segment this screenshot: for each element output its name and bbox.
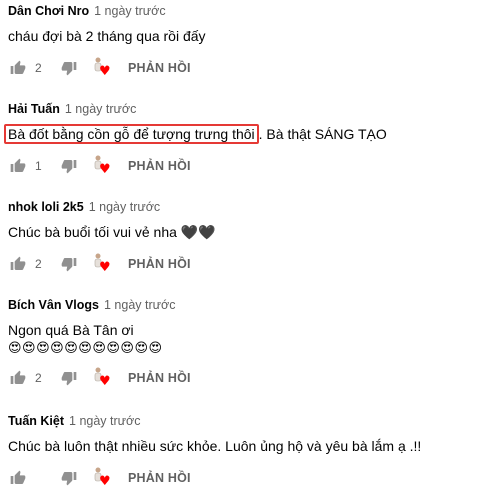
reply-button[interactable]: PHẢN HỒI [128,159,191,173]
like-count: 2 [35,371,42,385]
comment-3: nhok loli 2k5 1 ngày trước Chúc bà buổi … [8,200,484,276]
comment-timestamp[interactable]: 1 ngày trước [89,200,160,214]
comment-author[interactable]: Tuấn Kiệt [8,414,64,428]
thumb-down-icon[interactable] [61,158,77,174]
comment-author[interactable]: Dân Chơi Nro [8,4,89,18]
like-count: 1 [35,159,42,173]
comment-header: Dân Chơi Nro 1 ngày trước [8,4,484,22]
creator-heart-icon: ♥ [91,155,111,177]
comment-header: Hải Tuấn 1 ngày trước [8,102,484,120]
thumb-down-icon[interactable] [61,256,77,272]
creator-heart-icon: ♥ [91,467,111,489]
comment-timestamp[interactable]: 1 ngày trước [69,414,140,428]
comment-header: nhok loli 2k5 1 ngày trước [8,200,484,218]
thumb-down-icon[interactable] [61,60,77,76]
highlight-box: Bà đốt bằng cồn gỗ để tượng trưng thôi [4,124,259,144]
comment-emoji-line: 😍😍😍😍😍😍😍😍😍😍😍 [8,341,163,356]
creator-heart-icon: ♥ [91,253,111,275]
comment-author[interactable]: Bích Vân Vlogs [8,298,99,312]
comment-actions: 2 ♥ PHẢN HỒI [8,252,484,276]
comment-header: Tuấn Kiệt 1 ngày trước [8,414,484,432]
comment-timestamp[interactable]: 1 ngày trước [104,298,175,312]
reply-button[interactable]: PHẢN HỒI [128,257,191,271]
thumb-up-icon[interactable] [10,60,26,76]
creator-heart-icon: ♥ [91,367,111,389]
comment-1: Dân Chơi Nro 1 ngày trước cháu đợi bà 2 … [8,4,484,80]
reply-button[interactable]: PHẢN HỒI [128,61,191,75]
like-count: 2 [35,257,42,271]
thumb-down-icon[interactable] [61,370,77,386]
comment-author[interactable]: Hải Tuấn [8,102,60,116]
thumb-up-icon[interactable] [10,256,26,272]
comment-actions: 2 ♥ PHẢN HỒI [8,56,484,80]
comment-4: Bích Vân Vlogs 1 ngày trước Ngon quá Bà … [8,298,484,390]
comment-text: cháu đợi bà 2 tháng qua rồi đấy [8,28,206,44]
like-count: 2 [35,61,42,75]
comment-text: Chúc bà buổi tối vui vẻ nha 🖤🖤 [8,224,216,240]
comment-actions: 2 ♥ PHẢN HỒI [8,366,484,390]
reply-button[interactable]: PHẢN HỒI [128,371,191,385]
thumb-up-icon[interactable] [10,158,26,174]
comment-text: Chúc bà luôn thật nhiều sức khỏe. Luôn ủ… [8,438,422,454]
thumb-up-icon[interactable] [10,370,26,386]
comment-2: Hải Tuấn 1 ngày trước Bà đốt bằng cồn gỗ… [4,102,484,178]
comment-actions: ♥ PHẢN HỒI [8,466,484,490]
reply-button[interactable]: PHẢN HỒI [128,471,191,485]
comment-timestamp[interactable]: 1 ngày trước [65,102,136,116]
comment-timestamp[interactable]: 1 ngày trước [94,4,165,18]
creator-heart-icon: ♥ [91,57,111,79]
comment-text: Bà đốt bằng cồn gỗ để tượng trưng thôi. … [4,124,484,144]
comment-actions: 1 ♥ PHẢN HỒI [8,154,484,178]
comment-author[interactable]: nhok loli 2k5 [8,200,84,214]
thumb-down-icon[interactable] [61,470,77,486]
comment-5: Tuấn Kiệt 1 ngày trước Chúc bà luôn thật… [8,414,484,490]
thumb-up-icon[interactable] [10,470,26,486]
comment-header: Bích Vân Vlogs 1 ngày trước [8,298,484,316]
comment-text-rest: . Bà thật SÁNG TẠO [258,126,387,142]
comment-text: Ngon quá Bà Tân ơi [8,322,134,338]
